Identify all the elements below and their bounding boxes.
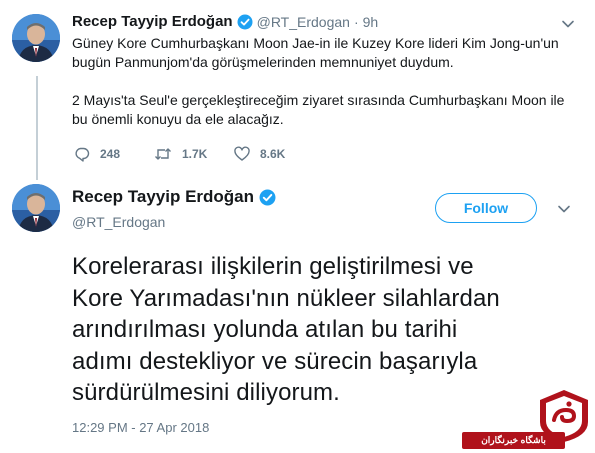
main-tweet-header: Recep Tayyip Erdoğan — [72, 187, 276, 207]
avatar[interactable] — [12, 184, 60, 232]
verified-badge-icon — [259, 189, 276, 206]
retweet-icon — [154, 146, 172, 162]
action-bar: 248 1.7K 8.6K — [74, 146, 314, 162]
tweet-line: Kore Yarımadası'nın nükleer silahlardan — [72, 284, 500, 312]
retweet-count: 1.7K — [182, 147, 208, 161]
like-count: 8.6K — [260, 147, 286, 161]
chevron-down-icon[interactable] — [557, 202, 571, 216]
chevron-down-icon[interactable] — [561, 17, 575, 31]
author-name[interactable]: Recep Tayyip Erdoğan — [72, 13, 233, 30]
retweet-button[interactable]: 1.7K — [154, 146, 234, 162]
author-handle[interactable]: @RT_Erdogan — [257, 14, 350, 30]
verified-badge-icon — [237, 14, 253, 30]
tweet-timestamp[interactable]: 12:29 PM - 27 Apr 2018 — [72, 420, 209, 435]
like-button[interactable]: 8.6K — [234, 146, 314, 162]
avatar[interactable] — [12, 14, 60, 62]
tweet-line: adımı destekliyor ve sürecin başarıyla — [72, 347, 478, 375]
tweet-line: bu önemli konuyu da ele alacağız. — [72, 111, 284, 127]
follow-button[interactable]: Follow — [435, 193, 537, 223]
tweet-line: Korelerarası ilişkilerin geliştirilmesi … — [72, 253, 474, 280]
reply-count: 248 — [100, 147, 121, 161]
heart-icon — [234, 146, 250, 162]
main-tweet-text: Korelerarası ilişkilerin geliştirilmesi … — [72, 251, 572, 409]
tweet-line: arındırılması yolunda atılan bu tarihi — [72, 316, 458, 343]
reply-button[interactable]: 248 — [74, 146, 154, 162]
reply-tweet-header: Recep Tayyip Erdoğan @RT_Erdogan · 9h — [72, 13, 378, 30]
author-name[interactable]: Recep Tayyip Erdoğan — [72, 187, 254, 207]
separator-dot: · — [353, 13, 359, 30]
tweet-line: sürdürülmesini diliyorum. — [72, 379, 340, 406]
time-ago[interactable]: 9h — [363, 14, 379, 30]
reply-icon — [74, 146, 90, 162]
watermark-label: باشگاه خبرنگاران — [462, 432, 565, 449]
author-handle[interactable]: @RT_Erdogan — [72, 214, 165, 230]
thread-line — [36, 76, 38, 180]
tweet-line: bugün Panmunjom'da görüşmelerinden memnu… — [72, 54, 454, 70]
tweet-line: 2 Mayıs'ta Seul'e gerçekleştireceğim ziy… — [72, 92, 565, 108]
tweet-line: Güney Kore Cumhurbaşkanı Moon Jae-in ile… — [72, 35, 559, 51]
reply-tweet-text: Güney Kore Cumhurbaşkanı Moon Jae-in ile… — [72, 34, 572, 129]
